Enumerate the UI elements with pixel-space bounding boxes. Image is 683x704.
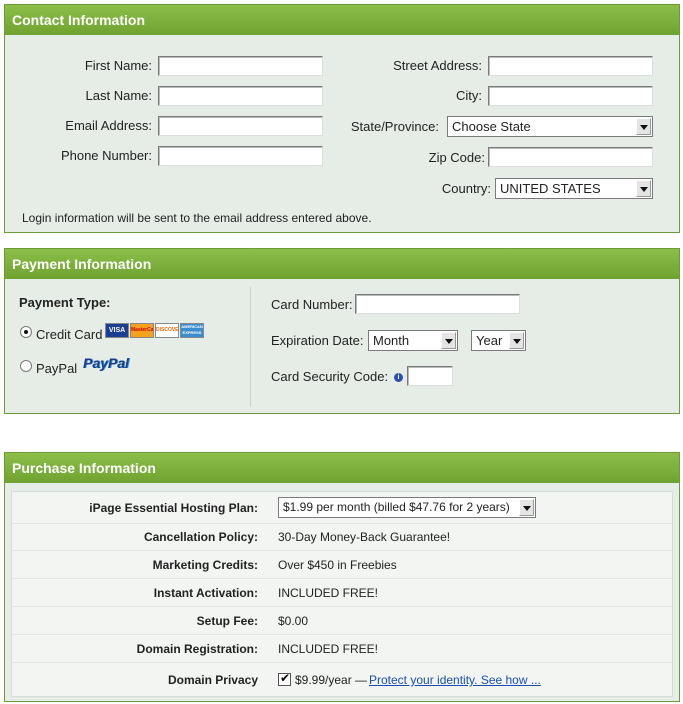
city-field[interactable] [488, 86, 653, 106]
activation-value: INCLUDED FREE! [278, 586, 379, 600]
chevron-down-icon [636, 118, 651, 135]
privacy-price: $9.99/year — [295, 673, 368, 687]
marketing-label: Marketing Credits: [152, 558, 258, 572]
setup-fee-value: $0.00 [278, 614, 309, 628]
email-label: Email Address: [65, 118, 152, 133]
security-code-field[interactable] [407, 366, 453, 386]
country-select[interactable]: UNITED STATES [495, 178, 653, 199]
phone-field[interactable] [158, 146, 323, 166]
email-field[interactable] [158, 116, 323, 136]
activation-label: Instant Activation: [153, 586, 258, 600]
street-label: Street Address: [393, 58, 482, 73]
street-field[interactable] [488, 56, 653, 76]
domain-registration-label: Domain Registration: [136, 642, 258, 656]
setup-fee-label: Setup Fee: [196, 614, 258, 628]
plan-select-value: $1.99 per month (billed $47.76 for 2 yea… [283, 500, 510, 514]
card-logos: VISA MasterCard DISCOVER AMERICAN EXPRES… [105, 323, 207, 339]
privacy-row: Domain Privacy $9.99/year — Protect your… [12, 664, 672, 697]
discover-logo: DISCOVER [155, 323, 179, 338]
state-select[interactable]: Choose State [447, 116, 653, 137]
table-row: Instant Activation: INCLUDED FREE! [12, 580, 672, 607]
privacy-link[interactable]: Protect your identity. See how ... [369, 664, 541, 697]
payment-divider [250, 287, 251, 407]
table-row: Cancellation Policy: 30-Day Money-Back G… [12, 524, 672, 551]
last-name-field[interactable] [158, 86, 323, 106]
chevron-down-icon [519, 499, 534, 516]
paypal-radio[interactable] [20, 360, 32, 372]
first-name-label: First Name: [84, 58, 152, 73]
expiration-month-select[interactable]: Month [368, 330, 458, 351]
security-code-label: Card Security Code: [271, 369, 389, 384]
payment-header: Payment Information [5, 249, 679, 279]
contact-header: Contact Information [5, 5, 679, 35]
credit-card-radio[interactable] [20, 326, 32, 338]
card-number-label: Card Number: [271, 297, 353, 312]
table-row: Marketing Credits: Over $450 in Freebies [12, 552, 672, 579]
purchase-header: Purchase Information [5, 453, 679, 483]
purchase-table: iPage Essential Hosting Plan: $1.99 per … [11, 491, 673, 697]
marketing-value: Over $450 in Freebies [278, 558, 397, 572]
credit-card-label[interactable]: Credit Card [36, 327, 102, 342]
mastercard-logo: MasterCard [130, 323, 154, 338]
chevron-down-icon [441, 332, 456, 349]
paypal-label[interactable]: PayPal [36, 361, 77, 376]
login-note: Login information will be sent to the em… [22, 211, 372, 225]
payment-panel: Payment Information Payment Type: Credit… [4, 248, 680, 414]
payment-type-label: Payment Type: [19, 295, 111, 310]
visa-logo: VISA [105, 323, 129, 338]
privacy-label: Domain Privacy [167, 673, 258, 687]
country-select-value: UNITED STATES [500, 181, 601, 196]
phone-label: Phone Number: [60, 148, 152, 163]
table-row: Setup Fee: $0.00 [12, 608, 672, 635]
purchase-panel: Purchase Information iPage Essential Hos… [4, 452, 680, 702]
paypal-logo: PayPal [83, 355, 129, 371]
month-select-value: Month [373, 333, 410, 348]
year-select-value: Year [476, 333, 503, 348]
zip-label: Zip Code: [428, 150, 485, 165]
cancellation-value: 30-Day Money-Back Guarantee! [278, 530, 451, 544]
cancellation-label: Cancellation Policy: [143, 530, 258, 544]
domain-registration-value: INCLUDED FREE! [278, 642, 379, 656]
zip-field[interactable] [488, 147, 653, 167]
chevron-down-icon [509, 332, 524, 349]
first-name-field[interactable] [158, 56, 323, 76]
table-row: Domain Registration: INCLUDED FREE! [12, 636, 672, 663]
last-name-label: Last Name: [85, 88, 152, 103]
expiration-year-select[interactable]: Year [471, 330, 526, 351]
chevron-down-icon [636, 180, 651, 197]
city-label: City: [456, 88, 482, 103]
privacy-checkbox[interactable] [278, 671, 291, 686]
expiration-label: Expiration Date: [271, 333, 364, 348]
plan-label: iPage Essential Hosting Plan: [89, 501, 258, 515]
plan-row: iPage Essential Hosting Plan: $1.99 per … [12, 492, 672, 524]
card-number-field[interactable] [355, 294, 520, 314]
country-label: Country: [441, 181, 491, 196]
info-icon[interactable]: i [394, 373, 403, 382]
state-label: State/Province: [350, 119, 439, 134]
plan-select[interactable]: $1.99 per month (billed $47.76 for 2 yea… [278, 497, 536, 518]
contact-panel: Contact Information First Name: Last Nam… [4, 4, 680, 233]
state-select-value: Choose State [452, 119, 531, 134]
amex-logo: AMERICAN EXPRESS [180, 323, 204, 338]
